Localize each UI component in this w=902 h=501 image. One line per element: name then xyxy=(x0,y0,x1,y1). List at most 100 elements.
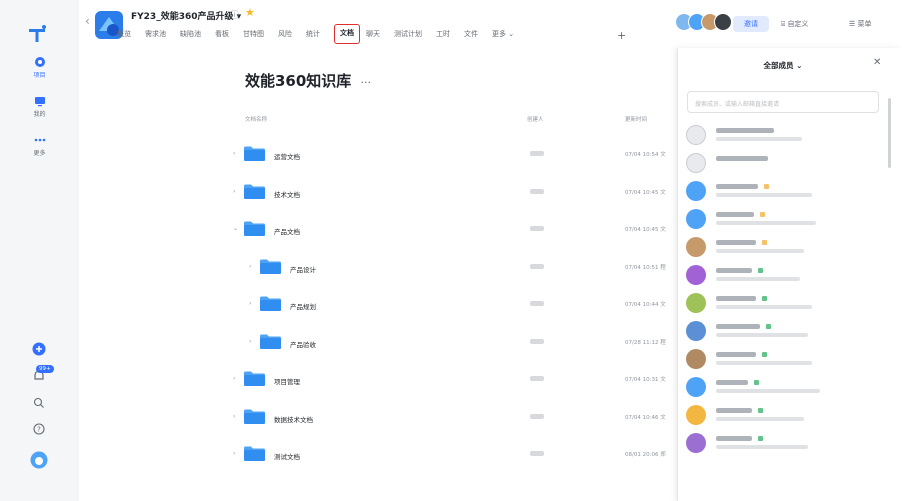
member-item[interactable] xyxy=(686,209,881,231)
add-tab-button[interactable]: + xyxy=(617,29,626,42)
doc-row[interactable]: › 测试文档 08/01 20:06 郑 xyxy=(230,438,690,472)
avatar xyxy=(686,293,706,313)
tab-stats[interactable]: 统计 xyxy=(306,29,326,43)
member-search-input[interactable]: 搜索成员、或输入邮箱直接邀请 xyxy=(687,91,879,113)
member-name xyxy=(716,212,754,217)
tab-test-plan[interactable]: 测试计划 xyxy=(394,29,428,43)
chevron-right-icon[interactable]: › xyxy=(249,263,251,270)
doc-name: 运营文档 xyxy=(274,153,300,161)
avatar xyxy=(686,405,706,425)
projects-icon xyxy=(34,57,45,67)
doc-row[interactable]: › 产品规划 07/04 10:44 文 xyxy=(230,288,690,322)
member-item[interactable] xyxy=(686,293,881,315)
project-tabs: 概览 需求池 缺陷池 看板 甘特图 风险 统计 文档 聊天 测试计划 工时 文件… xyxy=(117,24,520,44)
more-options-icon[interactable]: ··· xyxy=(361,76,372,89)
status-badge xyxy=(762,296,767,301)
app-logo-icon[interactable] xyxy=(26,23,48,45)
status-badge xyxy=(762,240,767,245)
column-header-updated[interactable]: 更新时间 xyxy=(625,115,647,123)
status-badge xyxy=(758,408,763,413)
svg-text:?: ? xyxy=(37,426,41,434)
avatar xyxy=(686,321,706,341)
tab-chat[interactable]: 聊天 xyxy=(366,29,386,43)
tab-board[interactable]: 看板 xyxy=(215,29,235,43)
folder-icon xyxy=(244,221,265,236)
member-item[interactable] xyxy=(686,237,881,259)
member-email xyxy=(716,361,812,365)
tab-risk[interactable]: 风险 xyxy=(278,29,298,43)
doc-row[interactable]: › 技术文档 07/04 10:45 文 xyxy=(230,176,690,210)
chevron-right-icon[interactable]: › xyxy=(233,413,235,420)
member-email xyxy=(716,277,800,281)
scrollbar[interactable] xyxy=(888,98,891,168)
chevron-right-icon[interactable]: › xyxy=(233,375,235,382)
doc-row[interactable]: ⌄ 产品文档 07/04 10:45 文 xyxy=(230,213,690,247)
folder-icon xyxy=(244,184,265,199)
doc-name: 产品文档 xyxy=(274,228,300,236)
chevron-right-icon[interactable]: › xyxy=(233,150,235,157)
rail-item-projects[interactable]: 项目 xyxy=(0,56,79,79)
creator-name xyxy=(530,451,544,456)
tab-files[interactable]: 文件 xyxy=(464,29,484,43)
project-title-text: FY23_效能360产品升级 xyxy=(131,12,234,22)
updated-time: 07/04 10:31 文 xyxy=(625,377,666,383)
status-badge xyxy=(764,184,769,189)
plus-circle-icon xyxy=(32,342,46,356)
back-icon[interactable]: ‹ xyxy=(85,14,90,28)
search-icon xyxy=(33,397,44,408)
doc-row[interactable]: › 产品验收 07/28 11:12 程 xyxy=(230,326,690,360)
tab-worktime[interactable]: 工时 xyxy=(436,29,456,43)
chevron-right-icon[interactable]: › xyxy=(233,450,235,457)
help-button[interactable]: ? xyxy=(30,420,48,438)
page-title: 效能360知识库 ··· xyxy=(245,70,371,91)
member-item[interactable] xyxy=(686,125,881,147)
create-button[interactable] xyxy=(30,340,48,358)
notifications-button[interactable]: 99+ xyxy=(30,365,54,385)
customize-button[interactable]: ⌸ 自定义 xyxy=(781,19,808,29)
creator-name xyxy=(530,301,544,306)
tab-overview[interactable]: 概览 xyxy=(117,29,137,43)
tab-docs[interactable]: 文档 xyxy=(334,24,360,44)
doc-name: 产品验收 xyxy=(290,340,316,349)
chevron-right-icon[interactable]: › xyxy=(249,300,251,307)
member-item[interactable] xyxy=(686,377,881,399)
member-email xyxy=(716,389,820,393)
member-item[interactable] xyxy=(686,433,881,455)
chevron-right-icon[interactable]: › xyxy=(233,188,235,195)
doc-name: 测试文档 xyxy=(274,453,300,461)
user-avatar[interactable] xyxy=(30,451,48,469)
column-header-name[interactable]: 文档名称 xyxy=(245,115,267,123)
search-button[interactable] xyxy=(30,394,48,412)
doc-row[interactable]: › 产品设计 07/04 10:51 程 xyxy=(230,251,690,285)
member-name xyxy=(716,268,752,273)
doc-row[interactable]: › 数据技术文档 07/04 10:46 文 xyxy=(230,401,690,435)
column-header-creator[interactable]: 创建人 xyxy=(527,115,544,123)
member-item[interactable] xyxy=(686,349,881,371)
tab-defects[interactable]: 缺陷池 xyxy=(180,29,207,43)
member-item[interactable] xyxy=(686,265,881,287)
tab-gantt[interactable]: 甘特图 xyxy=(243,29,270,43)
doc-row[interactable]: › 运营文档 07/04 10:54 文 xyxy=(230,138,690,172)
close-icon[interactable]: ✕ xyxy=(873,57,881,68)
menu-label: 菜单 xyxy=(857,20,872,28)
tab-requirements[interactable]: 需求池 xyxy=(145,29,172,43)
menu-button[interactable]: ☰ 菜单 xyxy=(849,19,872,29)
tab-more[interactable]: 更多 ⌄ xyxy=(492,29,520,43)
chevron-right-icon[interactable]: › xyxy=(249,338,251,345)
member-avatars[interactable] xyxy=(675,13,732,31)
member-item[interactable] xyxy=(686,181,881,203)
members-filter-dropdown[interactable]: 全部成员 ⌄ xyxy=(678,60,888,71)
invite-button[interactable]: 邀请 xyxy=(733,16,769,32)
doc-row[interactable]: › 项目管理 07/04 10:31 文 xyxy=(230,363,690,397)
member-item[interactable] xyxy=(686,321,881,343)
rail-item-mine[interactable]: 我的 xyxy=(0,95,79,118)
project-title[interactable]: FY23_效能360产品升级 ▾ xyxy=(131,9,241,22)
customize-label: 自定义 xyxy=(787,20,809,28)
avatar xyxy=(686,265,706,285)
rail-item-more[interactable]: 更多 xyxy=(0,134,79,157)
info-icon[interactable]: ⓘ xyxy=(230,8,239,21)
member-item[interactable] xyxy=(686,405,881,427)
chevron-down-icon[interactable]: ⌄ xyxy=(233,225,238,232)
star-icon[interactable]: ★ xyxy=(245,6,255,19)
member-item[interactable] xyxy=(686,153,881,175)
